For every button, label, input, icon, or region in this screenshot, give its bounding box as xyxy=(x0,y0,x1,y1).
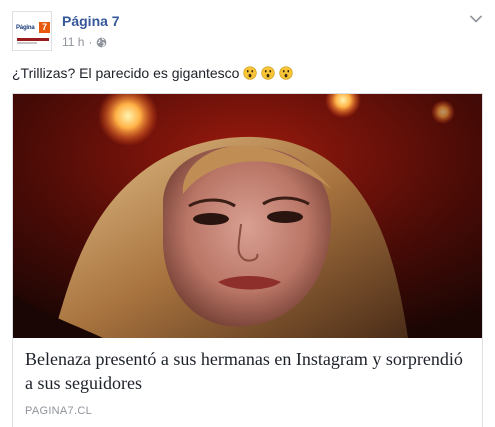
page-name-link[interactable]: Página 7 xyxy=(62,13,120,29)
link-preview-card[interactable]: Belenaza presentó a sus hermanas en Inst… xyxy=(12,93,483,427)
chevron-down-icon[interactable] xyxy=(469,14,483,24)
post-timestamp[interactable]: 11 h xyxy=(62,35,84,49)
astonished-face-emoji xyxy=(243,66,258,80)
page-logo: Página 7 xyxy=(16,22,50,34)
meta-separator: · xyxy=(88,35,93,49)
caption-text: ¿Trillizas? El parecido es gigantesco xyxy=(12,65,240,81)
facebook-post: Página 7 Página 7 11 h · ¿Trillizas? El … xyxy=(0,0,495,427)
link-domain: PAGINA7.CL xyxy=(25,405,92,417)
post-caption: ¿Trillizas? El parecido es gigantesco xyxy=(12,65,294,81)
link-preview-image[interactable] xyxy=(13,94,482,338)
astonished-face-emoji xyxy=(279,66,294,80)
astonished-face-emoji xyxy=(261,66,276,80)
post-meta: 11 h · xyxy=(62,35,107,49)
globe-icon[interactable] xyxy=(96,37,107,48)
link-title[interactable]: Belenaza presentó a sus hermanas en Inst… xyxy=(25,347,465,395)
page-avatar[interactable]: Página 7 xyxy=(12,11,52,51)
